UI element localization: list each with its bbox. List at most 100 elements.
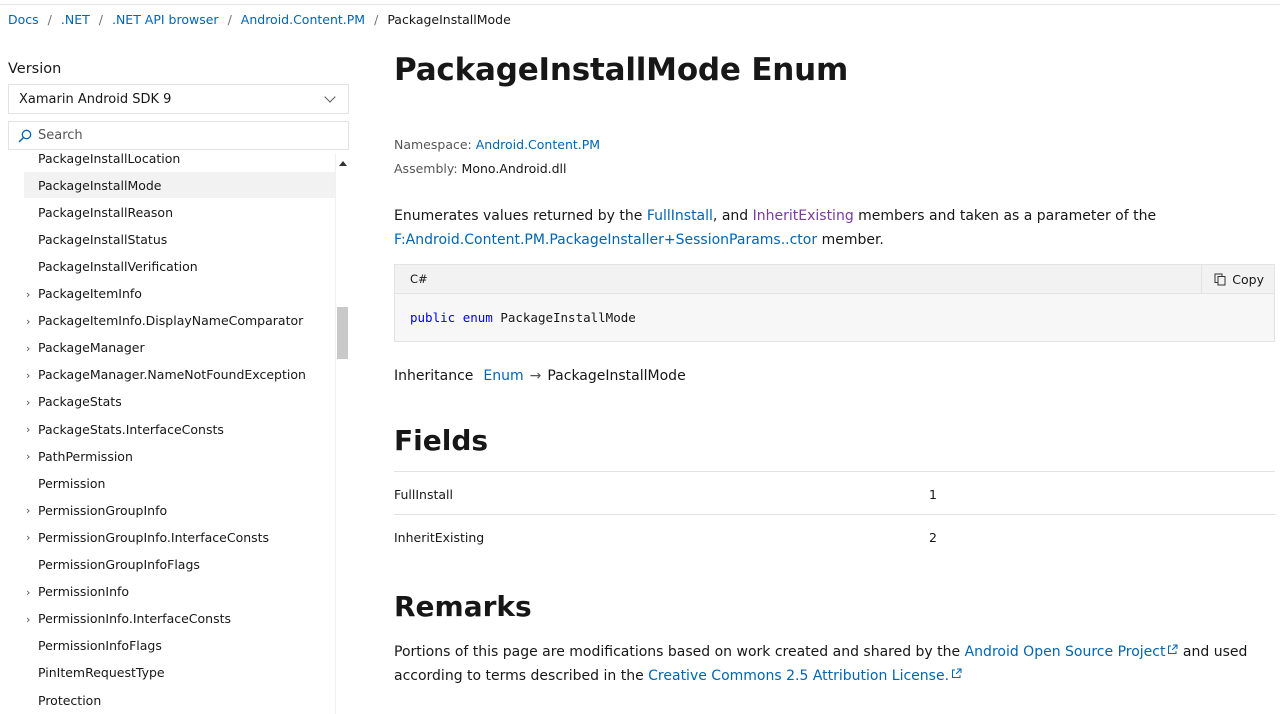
arrow-right-icon: → — [529, 368, 542, 384]
toc-item[interactable]: Permission — [24, 470, 335, 496]
chevron-right-icon[interactable]: › — [26, 531, 30, 544]
toc-item-label: PackageInstallVerification — [38, 258, 198, 274]
assembly-label: Assembly: — [394, 161, 458, 176]
fields-table: FullInstall 1 InheritExisting 2 — [394, 471, 1275, 557]
breadcrumb-link-dotnet[interactable]: .NET — [61, 12, 90, 27]
breadcrumb: Docs / .NET / .NET API browser / Android… — [8, 12, 511, 27]
chevron-down-icon — [324, 91, 336, 103]
search-input[interactable] — [38, 128, 318, 143]
toc-item[interactable]: PackageInstallLocation — [24, 153, 335, 171]
toc-item-label: PermissionInfoFlags — [38, 638, 162, 654]
external-link-icon — [952, 668, 962, 678]
code-identifier: PackageInstallMode — [500, 310, 636, 325]
scrollbar-thumb[interactable] — [337, 307, 348, 359]
fields-heading: Fields — [394, 424, 489, 457]
chevron-right-icon[interactable]: › — [26, 342, 30, 355]
chevron-right-icon[interactable]: › — [26, 586, 30, 599]
creative-commons-link-label: Creative Commons 2.5 Attribution License… — [648, 667, 950, 684]
inheritance-line: Inheritance Enum → PackageInstallMode — [394, 368, 686, 384]
top-divider — [0, 0, 1280, 5]
code-keyword: enum — [462, 310, 493, 325]
chevron-right-icon[interactable]: › — [26, 288, 30, 301]
remarks-text: Portions of this page are modifications … — [394, 641, 1254, 688]
copy-button[interactable]: Copy — [1201, 264, 1274, 294]
breadcrumb-current: PackageInstallMode — [387, 12, 511, 27]
toc-item[interactable]: › PackageItemInfo — [24, 281, 335, 307]
toc-item[interactable]: › PackageStats — [24, 389, 335, 415]
toc-item-label: PermissionInfo.InterfaceConsts — [38, 611, 232, 627]
field-value: 2 — [929, 530, 937, 545]
toc-item[interactable]: PermissionInfoFlags — [24, 633, 335, 659]
scroll-up-arrow-icon[interactable] — [339, 161, 347, 166]
toc-item-label: PathPermission — [38, 448, 133, 464]
toc-item-label: PinItemRequestType — [38, 665, 165, 681]
aosp-link-label: Android Open Source Project — [964, 644, 1166, 660]
breadcrumb-link-namespace[interactable]: Android.Content.PM — [241, 12, 365, 27]
toc-item[interactable]: › PackageManager — [24, 335, 335, 361]
breadcrumb-link-docs[interactable]: Docs — [8, 12, 39, 27]
namespace-link[interactable]: Android.Content.PM — [476, 137, 600, 152]
code-header: C# Copy — [395, 264, 1274, 294]
chevron-right-icon[interactable]: › — [26, 423, 30, 436]
toc-item[interactable]: › PermissionInfo — [24, 579, 335, 605]
toc-item-label: PermissionGroupInfo — [38, 502, 168, 518]
toc-item[interactable]: › PathPermission — [24, 443, 335, 469]
code-language: C# — [410, 272, 428, 286]
toc-item[interactable]: PackageInstallVerification — [24, 253, 335, 279]
enum-link[interactable]: Enum — [483, 368, 523, 384]
chevron-right-icon[interactable]: › — [26, 450, 30, 463]
toc-item[interactable]: › PackageStats.InterfaceConsts — [24, 416, 335, 442]
assembly-line: Assembly: Mono.Android.dll — [394, 161, 567, 176]
toc-scrollbar[interactable] — [335, 153, 349, 714]
version-dropdown[interactable]: Xamarin Android SDK 9 — [8, 84, 349, 114]
toc-item-label: Permission — [38, 475, 106, 491]
field-name: InheritExisting — [394, 530, 485, 545]
toc-item[interactable]: › PermissionGroupInfo — [24, 497, 335, 523]
remarks-part: Portions of this page are modifications … — [394, 644, 965, 660]
toc-item[interactable]: PackageInstallReason — [24, 199, 335, 225]
toc-item-label: PackageItemInfo.DisplayNameComparator — [38, 313, 304, 329]
breadcrumb-separator: / — [47, 12, 52, 27]
toc-item-label: PackageInstallLocation — [38, 153, 181, 166]
page-title: PackageInstallMode Enum — [394, 52, 849, 88]
field-value: 1 — [929, 487, 937, 502]
sessionparams-ctor-link[interactable]: F:Android.Content.PM.PackageInstaller+Se… — [394, 232, 817, 248]
chevron-right-icon[interactable]: › — [26, 315, 30, 328]
toc-item[interactable]: Protection — [24, 687, 335, 713]
breadcrumb-link-api-browser[interactable]: .NET API browser — [112, 12, 219, 27]
breadcrumb-separator: / — [227, 12, 232, 27]
chevron-right-icon[interactable]: › — [26, 613, 30, 626]
toc-item[interactable]: PackageInstallStatus — [24, 226, 335, 252]
chevron-right-icon[interactable]: › — [26, 369, 30, 382]
chevron-right-icon[interactable]: › — [26, 504, 30, 517]
creative-commons-link[interactable]: Creative Commons 2.5 Attribution License… — [648, 668, 962, 684]
toc-item-label: Protection — [38, 692, 102, 708]
summary-part: members and taken as a parameter of the — [853, 208, 1157, 224]
copy-icon — [1214, 273, 1226, 285]
toc-item-label: PermissionGroupInfo.InterfaceConsts — [38, 529, 270, 545]
toc-item[interactable]: › PackageManager.NameNotFoundException — [24, 362, 335, 388]
inheritance-label: Inheritance — [394, 368, 474, 384]
search-icon — [18, 129, 32, 142]
toc-item[interactable]: › PermissionInfo.InterfaceConsts — [24, 606, 335, 632]
toc-item-label: PackageInstallMode — [38, 177, 162, 193]
namespace-label: Namespace: — [394, 137, 472, 152]
version-label: Version — [8, 61, 62, 77]
toc-item[interactable]: › PackageItemInfo.DisplayNameComparator — [24, 308, 335, 334]
summary-part: member. — [817, 232, 884, 248]
toc-item[interactable]: PinItemRequestType — [24, 660, 335, 686]
toc-item-label: PermissionInfo — [38, 584, 130, 600]
toc-item[interactable]: › PermissionGroupInfo.InterfaceConsts — [24, 524, 335, 550]
external-link-icon — [1168, 644, 1178, 654]
assembly-value: Mono.Android.dll — [461, 161, 567, 176]
fullinstall-link[interactable]: FullInstall — [647, 208, 713, 224]
aosp-link[interactable]: Android Open Source Project — [965, 644, 1179, 660]
toc-item[interactable]: PackageInstallMode — [24, 172, 335, 199]
search-box[interactable] — [8, 121, 349, 150]
breadcrumb-separator: / — [374, 12, 379, 27]
toc-item-label: PermissionGroupInfoFlags — [38, 557, 200, 572]
version-dropdown-value: Xamarin Android SDK 9 — [19, 91, 172, 107]
chevron-right-icon[interactable]: › — [26, 396, 30, 409]
toc-item[interactable]: PermissionGroupInfoFlags — [24, 552, 335, 578]
inheritexisting-link[interactable]: InheritExisting — [753, 208, 854, 224]
